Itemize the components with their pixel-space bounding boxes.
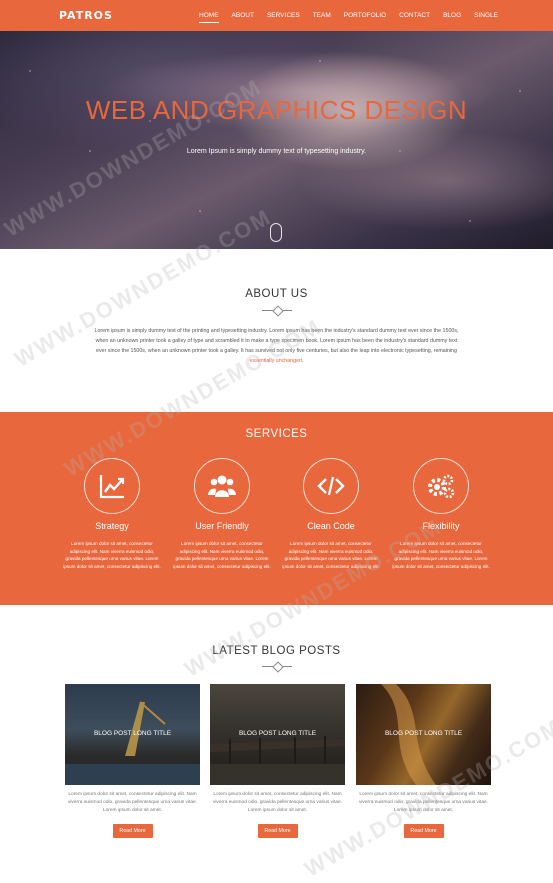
service-desc: Lorem ipsum dolor sit amet, consectetur … bbox=[63, 541, 161, 569]
blog-post-image[interactable]: BLOG POST LONG TITLE bbox=[65, 684, 200, 785]
nav-item-portfolio[interactable]: PORTOFOLIO bbox=[344, 0, 386, 31]
service-desc: Lorem ipsum dolor sit amet, consectetur … bbox=[392, 541, 490, 569]
blog-post-image[interactable]: BLOG POST LONG TITLE bbox=[356, 684, 491, 785]
chart-line-icon bbox=[99, 475, 125, 499]
blog-post-excerpt: Lorem ipsum dolor sit amet, consectetur … bbox=[358, 792, 489, 813]
about-text: Lorem ipsum is simply dummy text of the … bbox=[93, 326, 460, 366]
read-more-button[interactable]: Read More bbox=[112, 824, 153, 838]
blog-post-excerpt: Lorem ipsum dolor sit amet, consectetur … bbox=[212, 792, 343, 813]
services-section: SERVICES Strategy Lorem ipsum dolor sit … bbox=[0, 412, 553, 605]
hero-background-image bbox=[0, 31, 553, 249]
service-strategy: Strategy Lorem ipsum dolor sit amet, con… bbox=[62, 458, 162, 570]
blog-post-excerpt: Lorem ipsum dolor sit amet, consectetur … bbox=[67, 792, 198, 813]
read-more-button[interactable]: Read More bbox=[257, 824, 298, 838]
service-icon-circle bbox=[413, 458, 469, 514]
read-more-button[interactable]: Read More bbox=[403, 824, 444, 838]
service-clean-code: Clean Code Lorem ipsum dolor sit amet, c… bbox=[281, 458, 381, 570]
blog-post-image[interactable]: BLOG POST LONG TITLE bbox=[210, 684, 345, 785]
service-name: Flexibility bbox=[422, 521, 460, 531]
main-menu: HOME ABOUT SERVICES TEAM PORTOFOLIO CONT… bbox=[186, 0, 498, 31]
hero-subtitle: Lorem Ipsum is simply dummy text of type… bbox=[186, 148, 367, 155]
blog-post-caption: BLOG POST LONG TITLE bbox=[238, 730, 317, 737]
blog-post-card: BLOG POST LONG TITLE Lorem ipsum dolor s… bbox=[210, 684, 345, 838]
scroll-down-indicator[interactable] bbox=[270, 223, 282, 242]
nav-item-single[interactable]: SINGLE bbox=[474, 0, 498, 31]
service-desc: Lorem ipsum dolor sit amet, consectetur … bbox=[173, 541, 271, 569]
service-flexibility: Flexibility Lorem ipsum dolor sit amet, … bbox=[391, 458, 491, 570]
site-logo[interactable]: PATROS bbox=[59, 9, 113, 22]
gears-icon bbox=[428, 474, 455, 499]
service-icon-circle bbox=[194, 458, 250, 514]
nav-item-team[interactable]: TEAM bbox=[313, 0, 331, 31]
about-highlight: essentially unchanged. bbox=[249, 358, 304, 364]
code-icon bbox=[317, 476, 345, 496]
nav-item-about[interactable]: ABOUT bbox=[232, 0, 254, 31]
service-icon-circle bbox=[84, 458, 140, 514]
blog-post-caption: BLOG POST LONG TITLE bbox=[93, 730, 172, 737]
nav-item-services[interactable]: SERVICES bbox=[267, 0, 300, 31]
service-desc: Lorem ipsum dolor sit amet, consectetur … bbox=[282, 541, 380, 569]
blog-divider bbox=[262, 663, 292, 669]
about-title: ABOUT US bbox=[245, 288, 308, 300]
service-name: Strategy bbox=[95, 521, 129, 531]
service-name: User Friendly bbox=[195, 521, 249, 531]
services-title: SERVICES bbox=[245, 428, 308, 440]
nav-item-contact[interactable]: CONTACT bbox=[399, 0, 430, 31]
hero-title: WEB AND GRAPHICS DESIGN bbox=[85, 95, 468, 125]
about-divider bbox=[262, 307, 292, 313]
blog-post-card: BLOG POST LONG TITLE Lorem ipsum dolor s… bbox=[356, 684, 491, 838]
nav-item-home[interactable]: HOME bbox=[199, 0, 219, 31]
top-navbar: PATROS HOME ABOUT SERVICES TEAM PORTOFOL… bbox=[0, 0, 553, 31]
users-icon bbox=[208, 475, 236, 497]
blog-post-card: BLOG POST LONG TITLE Lorem ipsum dolor s… bbox=[65, 684, 200, 838]
service-icon-circle bbox=[303, 458, 359, 514]
blog-post-caption: BLOG POST LONG TITLE bbox=[384, 730, 463, 737]
service-user-friendly: User Friendly Lorem ipsum dolor sit amet… bbox=[172, 458, 272, 570]
hero-banner: WEB AND GRAPHICS DESIGN Lorem Ipsum is s… bbox=[0, 31, 553, 249]
service-name: Clean Code bbox=[307, 521, 355, 531]
nav-item-blog[interactable]: BLOG bbox=[443, 0, 461, 31]
about-body: Lorem ipsum is simply dummy text of the … bbox=[94, 328, 459, 354]
blog-title: LATEST BLOG POSTS bbox=[212, 645, 341, 657]
